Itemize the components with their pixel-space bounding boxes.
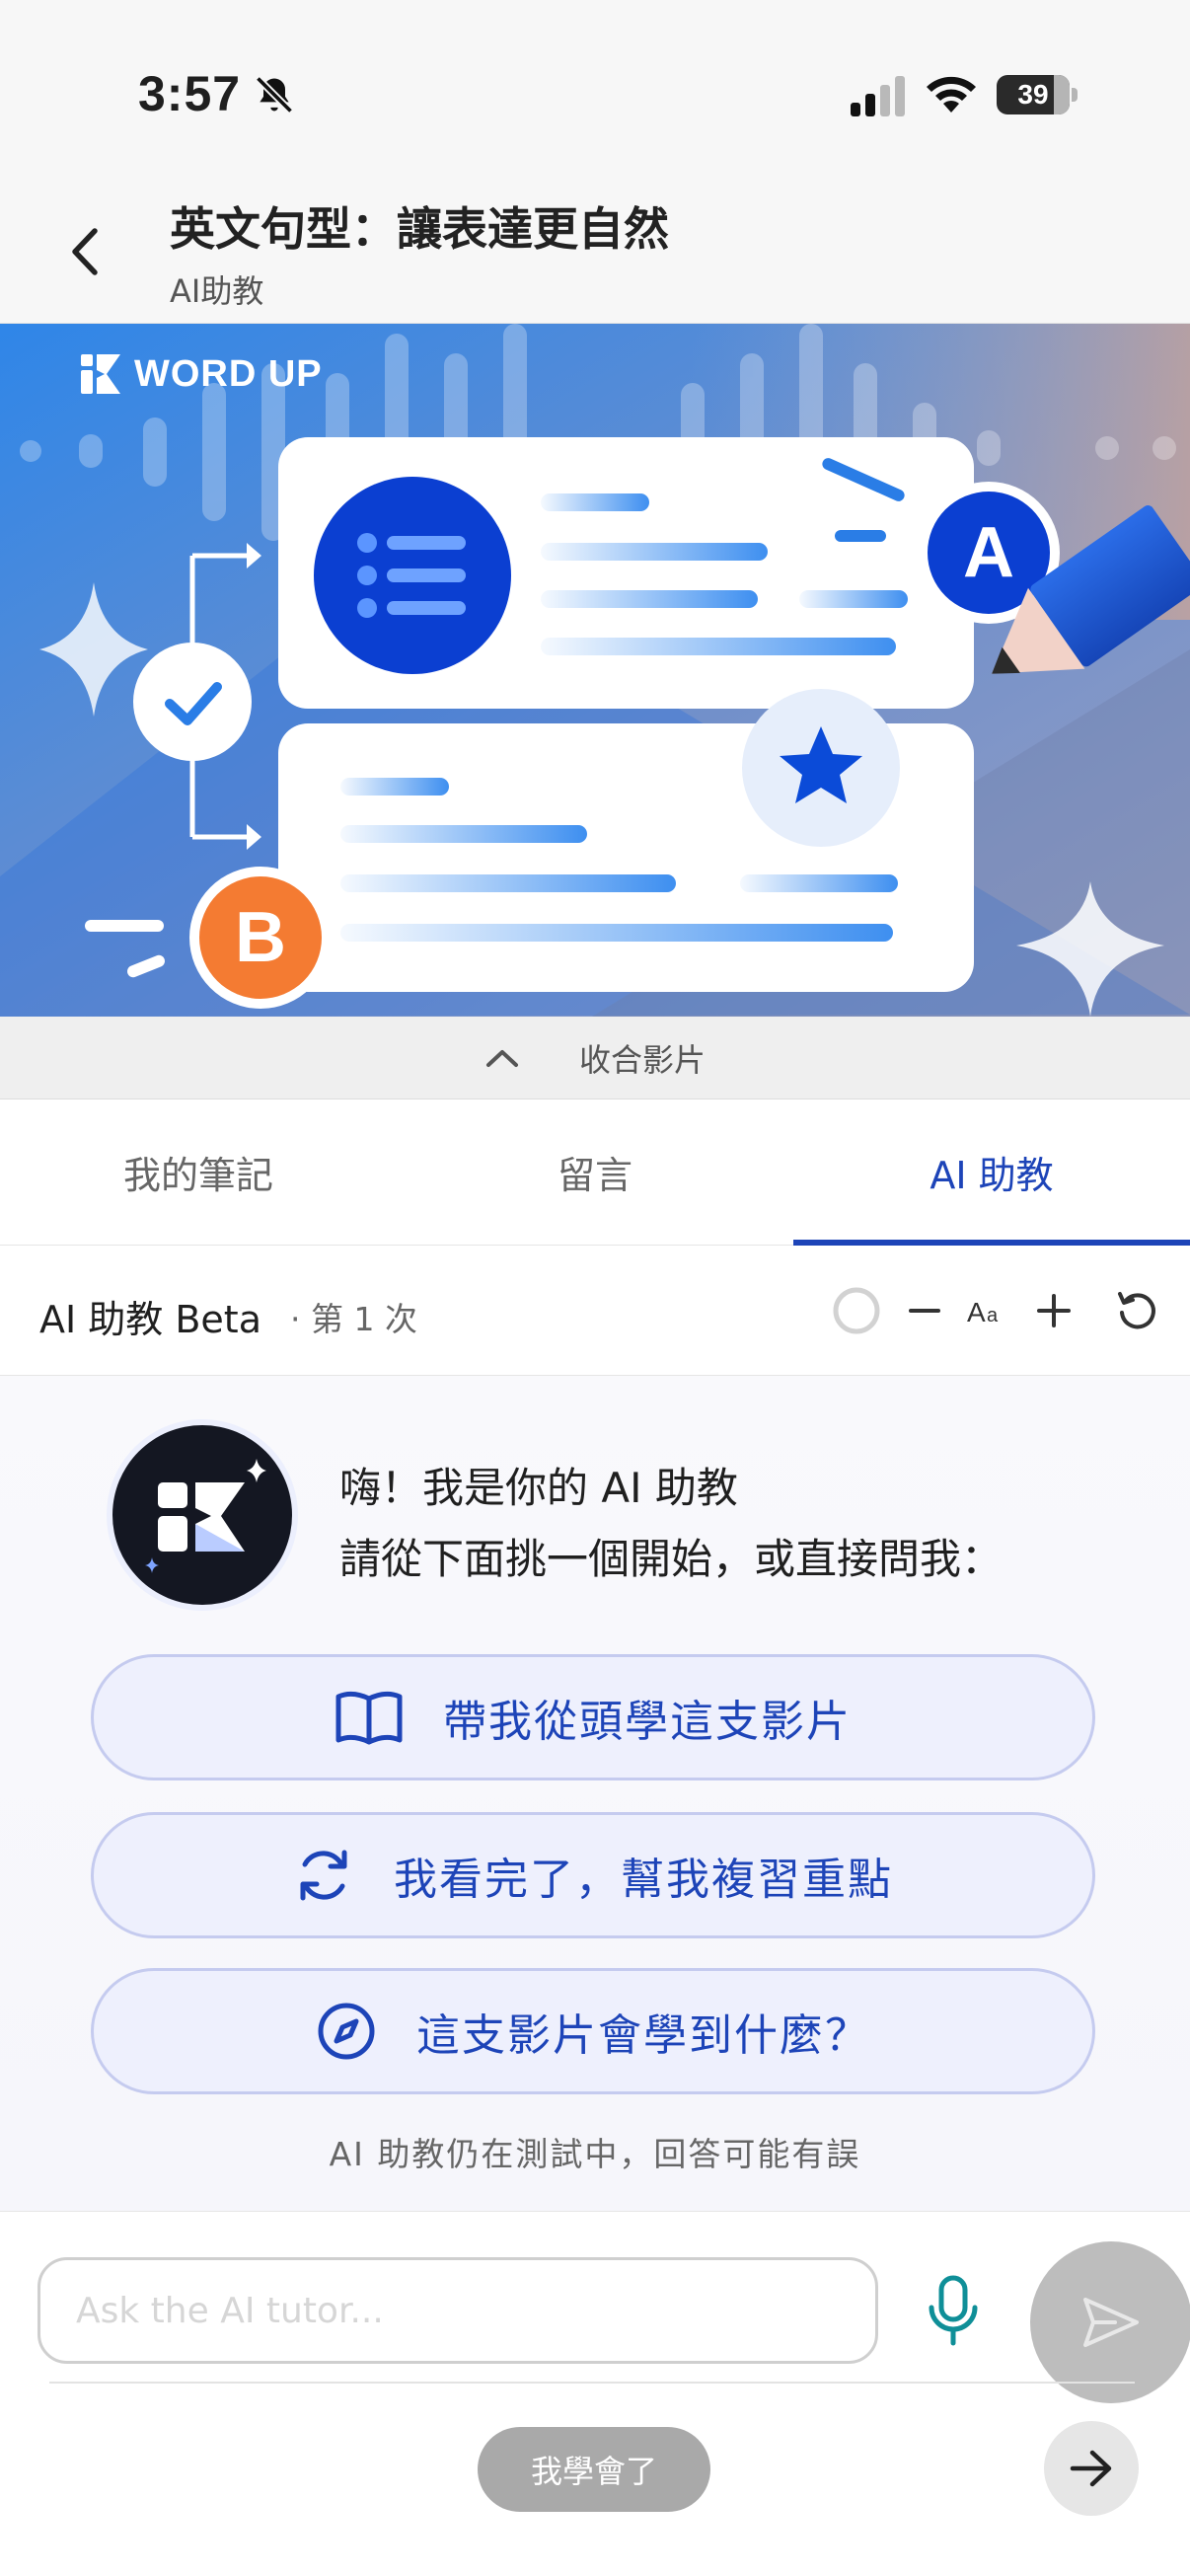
bell-muted-icon bbox=[255, 75, 294, 114]
collapse-video-button[interactable]: 收合影片 bbox=[0, 1017, 1190, 1099]
video-player[interactable]: A B WORD UP bbox=[0, 324, 1190, 1017]
chevron-left-icon bbox=[72, 228, 98, 275]
battery-level: 39 bbox=[1017, 79, 1049, 110]
video-thumbnail-illustration: A B bbox=[0, 324, 1190, 1017]
reset-icon bbox=[1118, 1292, 1155, 1329]
ai-tutor-title: AI 助教 Beta bbox=[39, 1298, 261, 1341]
suggestion-learn-from-start-button[interactable]: 帶我從頭學這支影片 bbox=[91, 1654, 1095, 1780]
tab-bar: 我的筆記 留言 AI 助教 bbox=[0, 1099, 1190, 1246]
decrease-font-button[interactable] bbox=[908, 1281, 941, 1340]
next-button[interactable] bbox=[1044, 2421, 1139, 2516]
arrow-right-icon bbox=[1070, 2450, 1112, 2487]
tab-ai-tutor[interactable]: AI 助教 bbox=[793, 1099, 1190, 1246]
tab-my-notes[interactable]: 我的筆記 bbox=[0, 1099, 397, 1245]
greeting-line-1: 嗨！我是你的 AI 助教 bbox=[339, 1464, 738, 1512]
status-time: 3:57 bbox=[138, 66, 242, 121]
back-button[interactable] bbox=[57, 217, 111, 286]
ai-tutor-avatar bbox=[112, 1425, 292, 1605]
ai-tools: A a bbox=[831, 1281, 1160, 1340]
suggestion-review-button[interactable]: 我看完了，幫我複習重點 bbox=[91, 1812, 1095, 1938]
lesson-header: 英文句型：讓表達更自然 AI助教 bbox=[0, 148, 1190, 324]
send-button[interactable] bbox=[1030, 2241, 1190, 2403]
plus-icon bbox=[1037, 1294, 1071, 1327]
chat-composer: 我學會了 bbox=[0, 2211, 1190, 2576]
font-size-indicator: A a bbox=[967, 1281, 1010, 1340]
microphone-icon bbox=[929, 2275, 978, 2346]
font-size-icon: A a bbox=[967, 1297, 999, 1327]
status-indicator bbox=[831, 1281, 882, 1340]
suggestion-label: 我看完了，幫我複習重點 bbox=[394, 1855, 893, 1905]
collapse-video-label: 收合影片 bbox=[578, 1040, 706, 1079]
circle-progress-icon bbox=[833, 1287, 880, 1334]
chat-area: 嗨！我是你的 AI 助教 請從下面挑一個開始，或直接問我： 帶我從頭學這支影片 … bbox=[0, 1376, 1190, 2211]
send-icon bbox=[1083, 2298, 1139, 2347]
brand-name: WORD UP bbox=[134, 352, 323, 395]
cellular-signal-icon bbox=[851, 76, 905, 116]
svg-text:a: a bbox=[987, 1305, 999, 1326]
beta-disclaimer: AI 助教仍在測試中，回答可能有誤 bbox=[329, 2135, 861, 2173]
svg-text:A: A bbox=[967, 1297, 986, 1327]
refresh-icon bbox=[300, 1850, 347, 1901]
chat-input[interactable] bbox=[37, 2257, 878, 2364]
suggestion-label: 帶我從頭學這支影片 bbox=[443, 1697, 852, 1747]
suggestion-what-will-i-learn-button[interactable]: 這支影片會學到什麼？ bbox=[91, 1968, 1095, 2094]
status-bar: 3:57 39 bbox=[0, 0, 1190, 148]
page-subtitle: AI助教 bbox=[170, 272, 264, 310]
battery-indicator: 39 bbox=[997, 75, 1078, 114]
divider bbox=[49, 2382, 1135, 2384]
tab-comments[interactable]: 留言 bbox=[397, 1099, 793, 1245]
chevron-up-icon bbox=[485, 1049, 518, 1067]
svg-text:B: B bbox=[235, 898, 286, 977]
svg-text:A: A bbox=[963, 513, 1014, 592]
minus-icon bbox=[909, 1309, 940, 1313]
reset-chat-button[interactable] bbox=[1115, 1281, 1160, 1340]
ai-tutor-toolbar: AI 助教 Beta · 第 1 次 A a bbox=[0, 1246, 1190, 1376]
voice-input-button[interactable] bbox=[918, 2271, 989, 2350]
page-title: 英文句型：讓表達更自然 bbox=[170, 202, 669, 256]
i-learned-it-button[interactable]: 我學會了 bbox=[478, 2427, 710, 2512]
book-open-icon bbox=[335, 1691, 403, 1745]
suggestion-label: 這支影片會學到什麼？ bbox=[416, 2010, 870, 2061]
word-up-logo-icon bbox=[81, 354, 120, 394]
greeting-line-2: 請從下面挑一個開始，或直接問我： bbox=[339, 1535, 1004, 1583]
compass-icon bbox=[318, 2003, 375, 2060]
word-up-logo: WORD UP bbox=[81, 351, 323, 397]
wifi-icon bbox=[927, 76, 976, 113]
increase-font-button[interactable] bbox=[1036, 1281, 1072, 1340]
session-count: · 第 1 次 bbox=[290, 1300, 417, 1338]
ai-tutor-logo-icon bbox=[145, 1459, 266, 1573]
